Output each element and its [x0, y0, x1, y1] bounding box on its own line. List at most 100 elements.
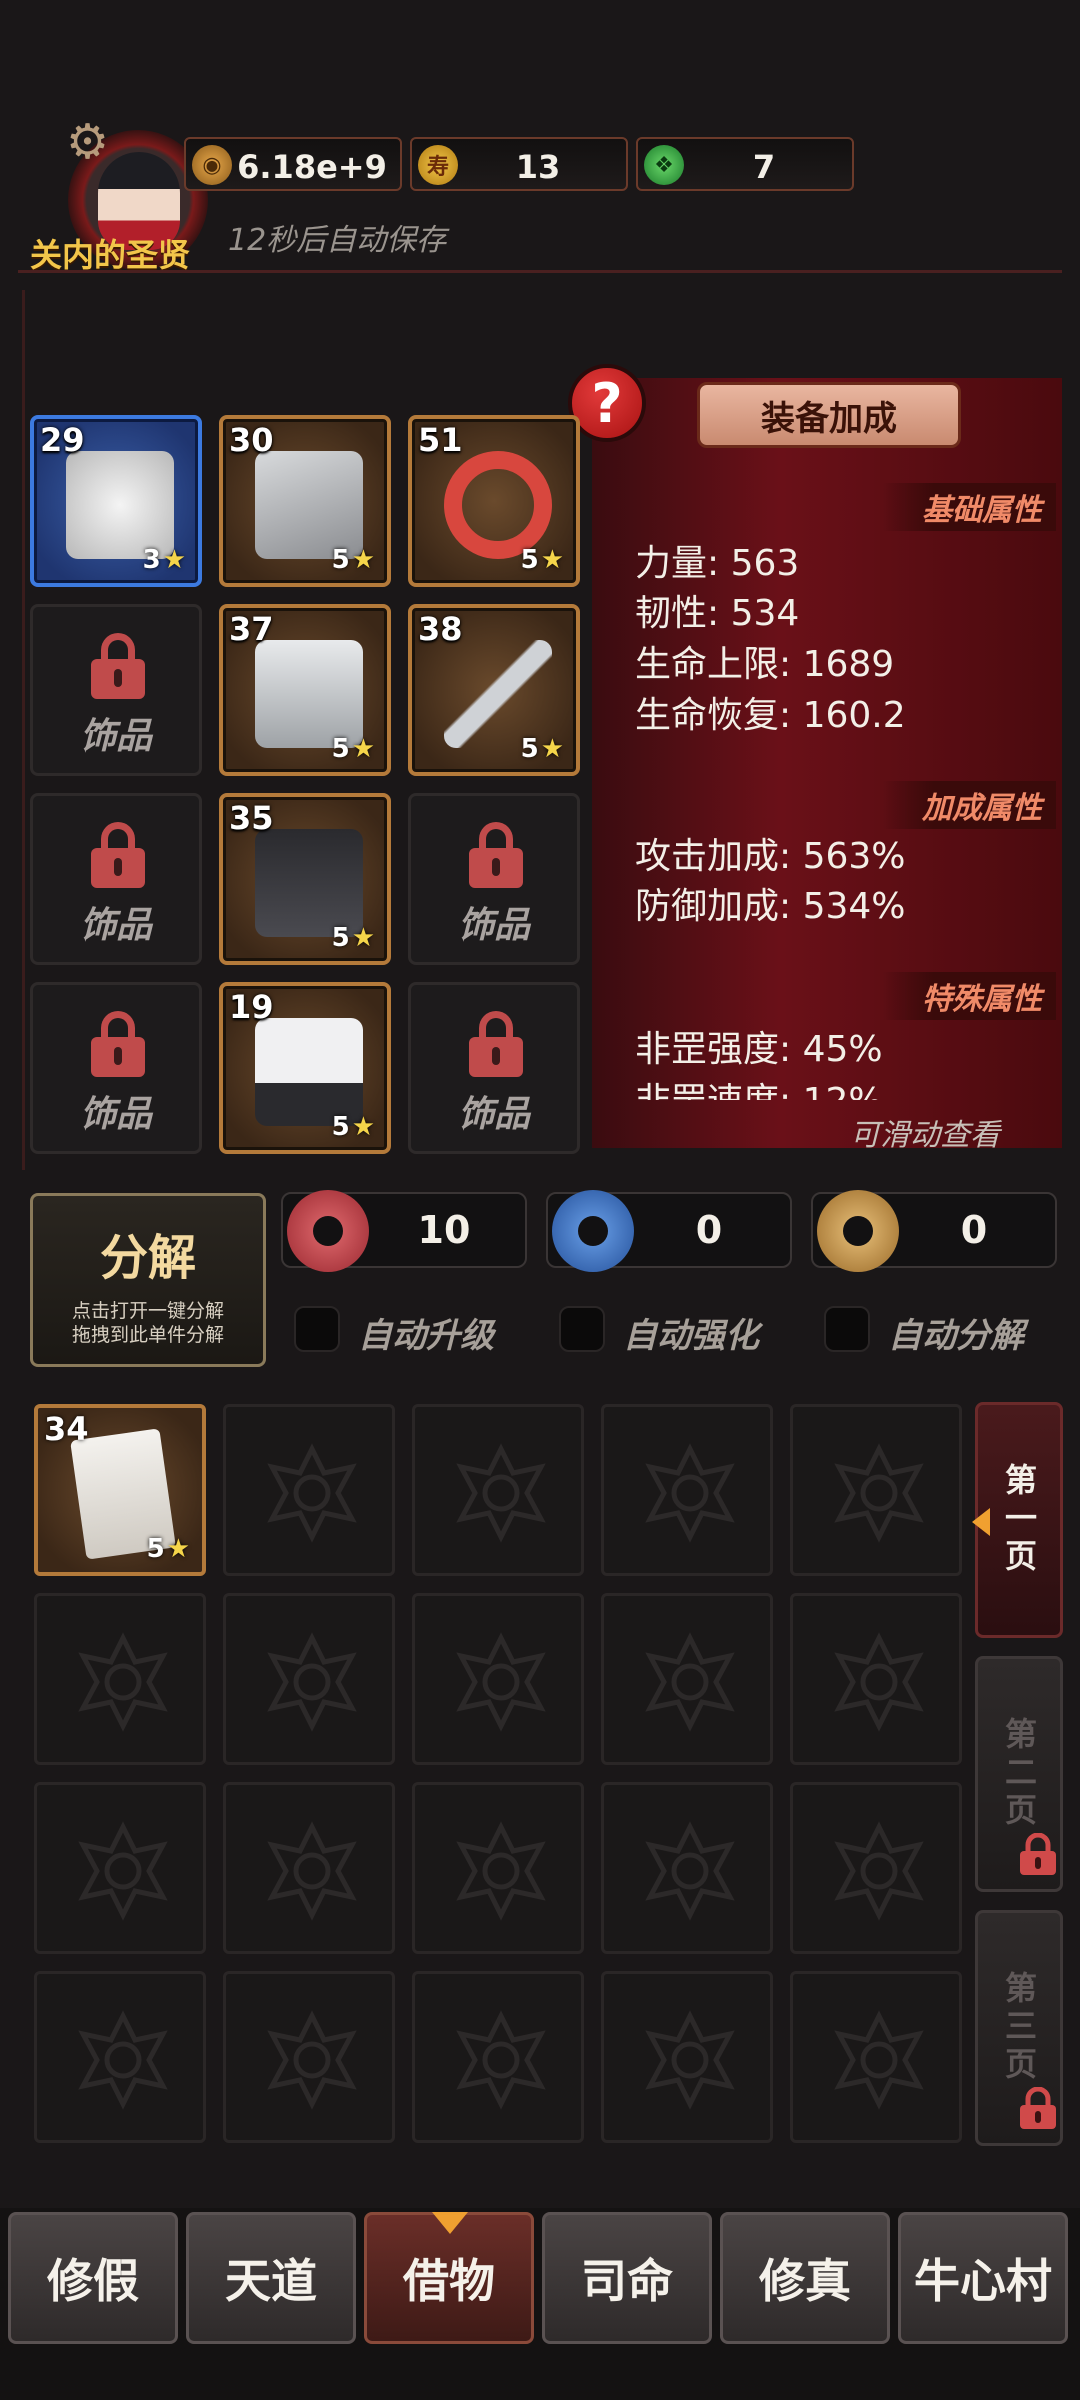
equip-slot-accessory-locked[interactable]: 饰品 [30, 604, 202, 776]
empty-slot-ornament-icon [267, 1443, 357, 1543]
decompose-button[interactable]: 分解 点击打开一键分解 拖拽到此单件分解 [30, 1193, 266, 1367]
material-count: 0 [960, 1208, 988, 1252]
inventory-slot-empty[interactable] [34, 1971, 206, 2143]
equip-slot-weapon[interactable]: 38 5★ [408, 604, 580, 776]
equip-slot-accessory-locked[interactable]: 饰品 [408, 982, 580, 1154]
nav-tab-xiuzhen[interactable]: 修真 [720, 2212, 890, 2344]
tab-label: 第一页 [1000, 1463, 1038, 1577]
lock-icon [1020, 1833, 1056, 1875]
nav-tab-siming[interactable]: 司命 [542, 2212, 712, 2344]
inventory-slot-empty[interactable] [223, 1593, 395, 1765]
star-icon: ★ [166, 1534, 190, 1564]
inventory-slot-empty[interactable] [412, 1782, 584, 1954]
inventory-slot-empty[interactable] [601, 1593, 773, 1765]
inventory-slot-empty[interactable] [223, 1404, 395, 1576]
checkbox[interactable] [559, 1306, 605, 1352]
checkbox[interactable] [824, 1306, 870, 1352]
equipment-bonus-button[interactable]: 装备加成 [697, 382, 961, 448]
tab-page-2-locked[interactable]: 第二页 [975, 1656, 1063, 1892]
checkbox[interactable] [294, 1306, 340, 1352]
inventory-slot-empty[interactable] [223, 1782, 395, 1954]
currency-copper-value: 6.18e+9 [237, 148, 387, 186]
pants-icon [255, 829, 363, 937]
inventory-slot-empty[interactable] [34, 1782, 206, 1954]
slot-label: 饰品 [457, 905, 530, 946]
inventory-slot-empty[interactable] [601, 1971, 773, 2143]
equip-slot-hat[interactable]: 30 5★ [219, 415, 391, 587]
inventory-slot-empty[interactable] [790, 1782, 962, 1954]
inventory-slot-empty[interactable] [790, 1971, 962, 2143]
star-count: 5 [146, 1534, 165, 1564]
empty-slot-ornament-icon [456, 1821, 546, 1921]
star-count: 5 [520, 545, 539, 575]
equip-slot-accessory-locked[interactable]: 饰品 [30, 982, 202, 1154]
equip-slot-accessory-locked[interactable]: 饰品 [408, 793, 580, 965]
bandaged-hand-icon [66, 451, 174, 559]
tab-label: 第二页 [1000, 1717, 1038, 1831]
empty-slot-ornament-icon [645, 1443, 735, 1543]
currency-jade[interactable]: ❖ 7 [636, 137, 854, 191]
stat-hp-regen: 生命恢复: 160.2 [635, 695, 906, 736]
lock-icon [87, 822, 149, 888]
star-count: 3 [142, 545, 161, 575]
decompose-title: 分解 [99, 1230, 196, 1286]
equip-slot-bracelet[interactable]: 51 5★ [408, 415, 580, 587]
equip-slot-accessory-locked[interactable]: 饰品 [30, 793, 202, 965]
stat-toughness: 韧性: 534 [635, 593, 800, 634]
stat-max-hp: 生命上限: 1689 [635, 644, 895, 685]
frame-divider [18, 270, 1062, 278]
currency-copper[interactable]: ◉ 6.18e+9 [184, 137, 402, 191]
item-stars: 5★ [332, 923, 375, 953]
stat-special-strength: 非罡强度: 45% [635, 1029, 883, 1070]
equip-slot-robe[interactable]: 37 5★ [219, 604, 391, 776]
inventory-slot-empty[interactable] [223, 1971, 395, 2143]
frame-divider [22, 290, 28, 1170]
stat-defense-bonus: 防御加成: 534% [635, 886, 906, 927]
inventory-slot-empty[interactable] [601, 1404, 773, 1576]
empty-slot-ornament-icon [645, 1632, 735, 1732]
inventory-slot-empty[interactable] [790, 1404, 962, 1576]
equip-slot-boots[interactable]: 19 5★ [219, 982, 391, 1154]
empty-slot-ornament-icon [645, 2010, 735, 2110]
item-level: 35 [229, 799, 274, 837]
gold-orb-icon [817, 1190, 899, 1272]
active-page-indicator [972, 1508, 990, 1536]
robe-icon [255, 640, 363, 748]
inventory-item-talisman[interactable]: 34 5★ [34, 1404, 206, 1576]
inventory-slot-empty[interactable] [412, 1971, 584, 2143]
nav-tab-xiujia[interactable]: 修假 [8, 2212, 178, 2344]
equip-slot-pants[interactable]: 35 5★ [219, 793, 391, 965]
toggle-label: 自动强化 [623, 1316, 759, 1356]
inventory-slot-empty[interactable] [412, 1593, 584, 1765]
slot-label: 饰品 [79, 1094, 152, 1135]
inventory-slot-empty[interactable] [412, 1404, 584, 1576]
nav-tab-tiandao[interactable]: 天道 [186, 2212, 356, 2344]
bonus-stats-title: 加成属性 [882, 781, 1056, 829]
nav-tab-niuxincun[interactable]: 牛心村 [898, 2212, 1068, 2344]
currency-gold[interactable]: 寿 13 [410, 137, 628, 191]
empty-slot-ornament-icon [267, 1821, 357, 1921]
gear-icon[interactable]: ⚙ [66, 114, 109, 170]
inventory-slot-empty[interactable] [790, 1593, 962, 1765]
item-stars: 5★ [521, 734, 564, 764]
hat-icon [255, 451, 363, 559]
equip-slot-gloves[interactable]: 29 3★ [30, 415, 202, 587]
toggle-label: 自动分解 [888, 1316, 1024, 1356]
empty-slot-ornament-icon [267, 2010, 357, 2110]
star-count: 5 [331, 1112, 350, 1142]
star-count: 5 [331, 734, 350, 764]
slot-label: 饰品 [79, 905, 152, 946]
blue-orb-icon [552, 1190, 634, 1272]
gold-longevity-coin-icon: 寿 [418, 145, 458, 185]
inventory-slot-empty[interactable] [34, 1593, 206, 1765]
material-count: 0 [695, 1208, 723, 1252]
tab-page-3-locked[interactable]: 第三页 [975, 1910, 1063, 2146]
item-level: 38 [418, 610, 463, 648]
copper-coin-icon: ◉ [192, 145, 232, 185]
inventory-slot-empty[interactable] [601, 1782, 773, 1954]
item-level: 34 [44, 1410, 89, 1448]
empty-slot-ornament-icon [456, 1443, 546, 1543]
star-icon: ★ [540, 545, 564, 575]
tab-label: 第三页 [1000, 1971, 1038, 2085]
empty-slot-ornament-icon [78, 1821, 168, 1921]
